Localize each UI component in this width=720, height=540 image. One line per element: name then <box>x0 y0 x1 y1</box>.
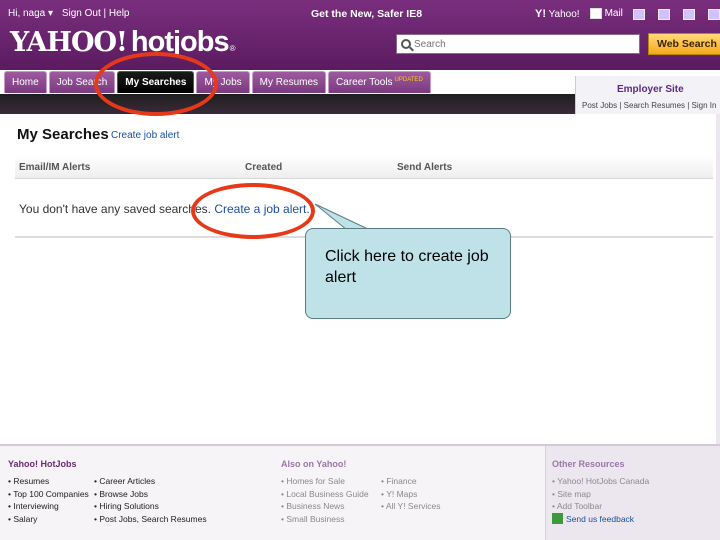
mail-link[interactable]: Mail <box>589 8 623 20</box>
footer-hotjobs-list-b: Career Articles Browse Jobs Hiring Solut… <box>94 475 207 526</box>
footer-link[interactable]: Browse Jobs <box>94 488 207 501</box>
footer-link[interactable]: Top 100 Companies <box>8 488 89 501</box>
messenger-icon[interactable] <box>632 8 645 20</box>
footer-link[interactable]: Add Toolbar <box>552 500 649 513</box>
web-search-button[interactable]: Web Search <box>648 33 720 55</box>
help-link[interactable]: Help <box>109 8 130 19</box>
search-field[interactable] <box>396 34 640 54</box>
column-email-im-alerts: Email/IM Alerts <box>19 162 91 173</box>
ie8-promo-link[interactable]: Get the New, Safer IE8 <box>311 8 422 20</box>
tab-home[interactable]: Home <box>4 71 47 93</box>
footer-link[interactable]: Interviewing <box>8 500 89 513</box>
footer-link[interactable]: Resumes <box>8 475 89 488</box>
footer-link[interactable]: Finance <box>381 475 441 488</box>
search-icon <box>401 39 411 49</box>
tab-my-resumes[interactable]: My Resumes <box>251 71 327 93</box>
employer-links[interactable]: Post Jobs | Search Resumes | Sign In <box>582 101 716 110</box>
puzzle-icon[interactable] <box>682 8 695 20</box>
footer-link[interactable]: Small Business <box>281 513 369 526</box>
column-send-alerts: Send Alerts <box>397 162 453 173</box>
footer-hotjobs-title[interactable]: Yahoo! HotJobs <box>8 459 77 469</box>
footer-link[interactable]: Local Business Guide <box>281 488 368 501</box>
alerts-table-header <box>15 155 713 179</box>
sign-out-link[interactable]: Sign Out <box>62 8 101 19</box>
footer-link[interactable]: Career Articles <box>94 475 207 488</box>
finance-icon[interactable] <box>657 8 670 20</box>
footer-also-list-b: Finance Y! Maps All Y! Services <box>381 475 441 513</box>
column-created: Created <box>245 162 283 173</box>
footer-link[interactable]: Hiring Solutions <box>94 500 207 513</box>
yahoo-icon: Y! <box>535 8 546 20</box>
updated-badge: UPDATED <box>394 77 423 83</box>
footer-link[interactable]: Post Jobs, Search Resumes <box>94 513 206 526</box>
footer-also-on-yahoo-title: Also on Yahoo! <box>281 459 347 469</box>
send-feedback-link[interactable]: Send us feedback <box>552 513 634 524</box>
footer-link[interactable]: Y! Maps <box>381 488 441 501</box>
footer-also-list-a: Homes for Sale Local Business Guide Busi… <box>281 475 369 526</box>
footer-link[interactable]: Business News <box>281 500 369 513</box>
top-right-links: Y! Yahoo! Mail <box>535 8 720 20</box>
highlight-ring-my-searches <box>94 52 218 116</box>
create-job-alert-link[interactable]: Create job alert <box>111 130 179 141</box>
footer-link[interactable]: Yahoo! HotJobs Canada <box>552 475 649 488</box>
footer-other-resources-list: Yahoo! HotJobs Canada Site map Add Toolb… <box>552 475 649 513</box>
footer-link[interactable]: Salary <box>8 513 89 526</box>
page-title: My Searches <box>17 126 109 143</box>
callout-text: Click here to create job alert <box>325 248 489 286</box>
notes-icon[interactable] <box>707 8 720 20</box>
yahoo-home-link[interactable]: Y! Yahoo! <box>535 8 580 20</box>
feedback-icon <box>552 513 563 524</box>
footer-link[interactable]: All Y! Services <box>381 500 441 513</box>
highlight-ring-create-alert <box>191 183 315 239</box>
footer-other-resources-title: Other Resources <box>552 459 625 469</box>
employer-site-link[interactable]: Employer Site <box>617 84 684 95</box>
tab-career-tools[interactable]: Career Tools UPDATED <box>328 71 431 93</box>
user-bar: Hi, naga ▾ Sign Out | Help <box>8 8 130 19</box>
yahoo-hotjobs-logo[interactable]: YAHOO! hotjobs ® <box>10 26 236 60</box>
footer-hotjobs-list-a: Resumes Top 100 Companies Interviewing S… <box>8 475 89 526</box>
sub-nav-bar <box>0 94 575 114</box>
page-edge <box>716 114 720 444</box>
footer-link[interactable]: Homes for Sale <box>281 475 369 488</box>
footer-link[interactable]: Site map <box>552 488 649 501</box>
greeting-menu[interactable]: Hi, naga ▾ <box>8 8 53 19</box>
mail-icon <box>589 8 602 20</box>
search-input[interactable] <box>414 38 634 50</box>
